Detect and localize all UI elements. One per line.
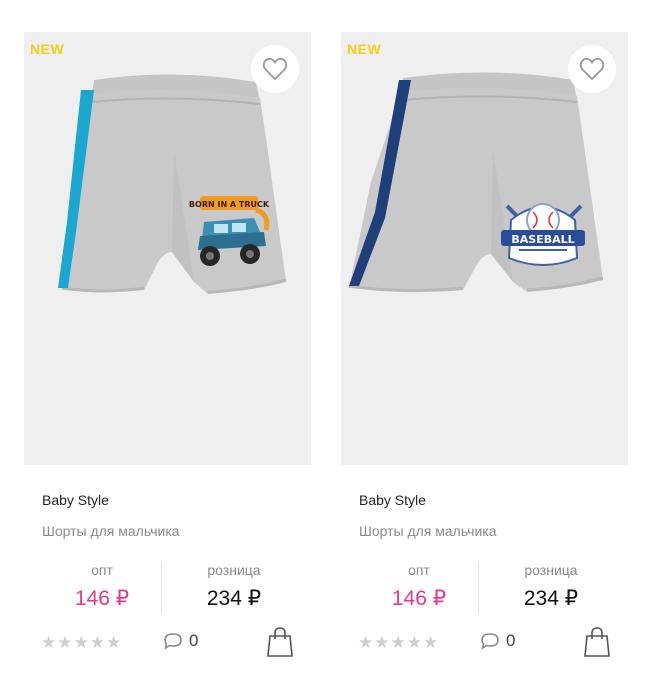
new-badge: NEW — [347, 41, 382, 57]
retail-price: розница 234 ₽ — [491, 562, 611, 611]
star-icon[interactable]: ★ — [391, 634, 406, 651]
price-block: опт 146 ₽ розница 234 ₽ — [341, 562, 628, 617]
star-icon[interactable]: ★ — [106, 634, 121, 651]
product-title[interactable]: Шорты для мальчика — [42, 523, 180, 539]
comment-count: 0 — [506, 631, 516, 650]
comments-link[interactable]: 0 — [480, 631, 515, 651]
card-footer: ★ ★ ★ ★ ★ 0 — [24, 626, 311, 660]
product-image[interactable]: BASEBALL NEW — [341, 32, 628, 465]
new-badge: NEW — [30, 41, 65, 57]
shorts-photo: BASEBALL — [348, 72, 604, 293]
star-icon[interactable]: ★ — [74, 634, 89, 651]
star-icon[interactable]: ★ — [374, 634, 389, 651]
retail-value: 234 ₽ — [206, 587, 262, 610]
price-block: опт 146 ₽ розница 234 ₽ — [24, 562, 311, 617]
comment-icon — [164, 633, 182, 650]
retail-label: розница — [207, 562, 261, 578]
add-to-cart-button[interactable] — [583, 626, 611, 658]
retail-value: 234 ₽ — [523, 587, 579, 610]
shopping-bag-icon — [584, 627, 610, 657]
favorite-button[interactable] — [568, 45, 616, 93]
star-icon[interactable]: ★ — [423, 634, 438, 651]
add-to-cart-button[interactable] — [266, 626, 294, 658]
product-brand[interactable]: Baby Style — [359, 492, 426, 508]
retail-label: розница — [524, 562, 578, 578]
price-divider — [478, 562, 479, 612]
star-icon[interactable]: ★ — [358, 634, 373, 651]
comment-count: 0 — [189, 631, 199, 650]
svg-text:BORN IN A TRUCK: BORN IN A TRUCK — [189, 200, 270, 209]
heart-icon — [579, 57, 605, 81]
product-card[interactable]: BASEBALL NEW Baby Style Шорты для мальчи… — [341, 32, 628, 696]
card-footer: ★ ★ ★ ★ ★ 0 — [341, 626, 628, 660]
star-icon[interactable]: ★ — [41, 634, 56, 651]
rating-stars[interactable]: ★ ★ ★ ★ ★ — [358, 634, 438, 651]
favorite-button[interactable] — [251, 45, 299, 93]
shopping-bag-icon — [267, 627, 293, 657]
rating-stars[interactable]: ★ ★ ★ ★ ★ — [41, 634, 121, 651]
retail-price: розница 234 ₽ — [174, 562, 294, 611]
wholesale-value: 146 ₽ — [391, 587, 447, 610]
wholesale-price: опт 146 ₽ — [42, 562, 162, 611]
wholesale-price: опт 146 ₽ — [359, 562, 479, 611]
wholesale-value: 146 ₽ — [74, 587, 130, 610]
star-icon[interactable]: ★ — [90, 634, 105, 651]
comment-icon — [481, 633, 499, 650]
star-icon[interactable]: ★ — [57, 634, 72, 651]
baseball-badge-print: BASEBALL — [501, 203, 585, 266]
svg-text:BASEBALL: BASEBALL — [511, 233, 574, 246]
heart-icon — [262, 57, 288, 81]
product-image[interactable]: BORN IN A TRUCK NEW — [24, 32, 311, 465]
shorts-photo: BORN IN A TRUCK — [58, 74, 287, 294]
price-divider — [161, 562, 162, 612]
star-icon[interactable]: ★ — [407, 634, 422, 651]
wholesale-label: опт — [408, 562, 430, 578]
product-title[interactable]: Шорты для мальчика — [359, 523, 497, 539]
comments-link[interactable]: 0 — [163, 631, 198, 651]
product-card[interactable]: BORN IN A TRUCK NEW Baby Style Шорты для… — [24, 32, 311, 696]
wholesale-label: опт — [91, 562, 113, 578]
product-brand[interactable]: Baby Style — [42, 492, 109, 508]
